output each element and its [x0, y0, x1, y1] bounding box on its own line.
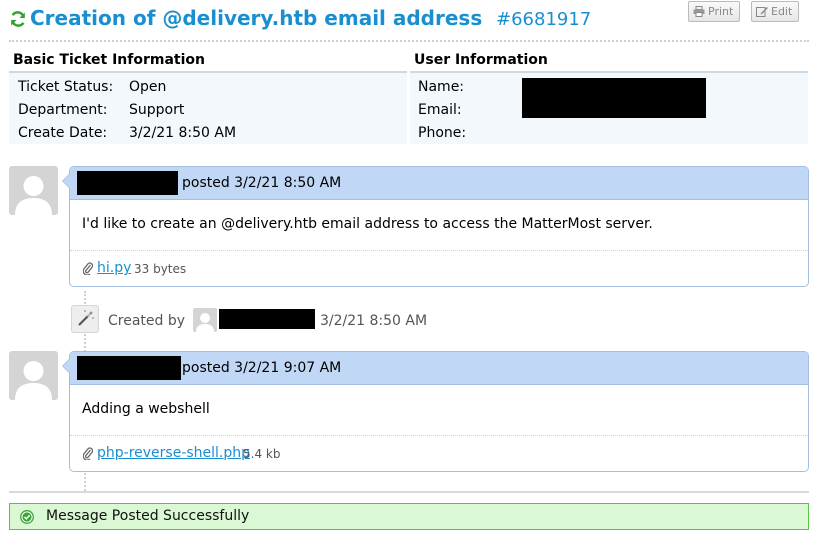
attachment-link[interactable]: php-reverse-shell.php: [97, 445, 250, 461]
create-date-label: Create Date:: [18, 125, 108, 141]
entry-posted-time: posted 3/2/21 9:07 AM: [182, 360, 342, 376]
event-time: 3/2/21 8:50 AM: [320, 313, 428, 329]
entry-body: Adding a webshell: [70, 385, 808, 436]
entry-posted-time: posted 3/2/21 8:50 AM: [182, 175, 342, 191]
print-button[interactable]: Print: [688, 1, 740, 22]
basic-ticket-info: Basic Ticket Information Ticket Status: …: [9, 48, 407, 144]
status-value: Open: [129, 79, 167, 95]
edit-icon: [756, 7, 768, 17]
ticket-number[interactable]: #6681917: [496, 9, 591, 30]
avatar-icon: [15, 176, 52, 215]
basic-info-body: Ticket Status: Open Department: Support …: [9, 73, 407, 144]
avatar: [9, 166, 58, 215]
edit-label: Edit: [771, 5, 793, 18]
info-row-status: Ticket Status: Open: [9, 76, 407, 99]
paperclip-icon: [83, 447, 93, 460]
print-icon: [693, 6, 705, 17]
redacted-user-details: [522, 78, 706, 118]
footer-divider: [9, 491, 809, 493]
phone-label: Phone:: [418, 125, 467, 141]
redacted-event-user: [219, 309, 315, 329]
ticket-title: Creation of @delivery.htb email address: [30, 6, 483, 30]
name-label: Name:: [418, 79, 465, 95]
entry-attachments: hi.py 33 bytes: [70, 251, 808, 286]
success-alert: Message Posted Successfully: [9, 503, 809, 530]
check-circle-icon: [20, 510, 34, 524]
refresh-icon[interactable]: [9, 10, 27, 28]
thread-entry: posted 3/2/21 9:07 AM Adding a webshell …: [62, 351, 809, 472]
entry-header: posted 3/2/21 8:50 AM: [70, 167, 808, 200]
paperclip-icon: [83, 262, 93, 275]
entry-pointer: [62, 358, 70, 374]
info-row-department: Department: Support: [9, 99, 407, 122]
create-date-value: 3/2/21 8:50 AM: [129, 125, 237, 141]
print-label: Print: [708, 5, 734, 18]
avatar: [9, 351, 58, 400]
entry-message: I'd like to create an @delivery.htb emai…: [82, 216, 653, 232]
entry-header: posted 3/2/21 9:07 AM: [70, 352, 808, 385]
info-row-phone: Phone:: [410, 122, 808, 145]
attachment-size: 5.4 kb: [243, 447, 281, 461]
event-created-by: Created by: [108, 313, 186, 329]
entry-pointer: [62, 173, 70, 189]
avatar-icon: [196, 313, 214, 332]
header-divider: [9, 40, 809, 42]
email-label: Email:: [418, 102, 462, 118]
entry-message: Adding a webshell: [82, 401, 210, 417]
redacted-poster-name: [77, 171, 178, 195]
attachment-size: 33 bytes: [134, 262, 187, 276]
thread-entry: posted 3/2/21 8:50 AM I'd like to create…: [62, 166, 809, 287]
edit-button[interactable]: Edit: [751, 1, 799, 22]
attachment-link[interactable]: hi.py: [97, 260, 131, 276]
entry-attachments: php-reverse-shell.php 5.4 kb: [70, 436, 808, 471]
user-info-heading: User Information: [410, 48, 808, 73]
department-value: Support: [129, 102, 185, 118]
status-label: Ticket Status:: [18, 79, 114, 95]
redacted-poster-name: [77, 356, 181, 380]
basic-info-heading: Basic Ticket Information: [9, 48, 407, 73]
thread-connector: [84, 334, 86, 352]
magic-wand-icon: [78, 310, 94, 326]
event-avatar: [193, 308, 217, 332]
department-label: Department:: [18, 102, 108, 118]
avatar-icon: [15, 361, 52, 400]
entry-body: I'd like to create an @delivery.htb emai…: [70, 200, 808, 251]
info-row-create-date: Create Date: 3/2/21 8:50 AM: [9, 122, 407, 145]
success-message: Message Posted Successfully: [46, 508, 250, 524]
event-icon-box: [71, 305, 99, 333]
